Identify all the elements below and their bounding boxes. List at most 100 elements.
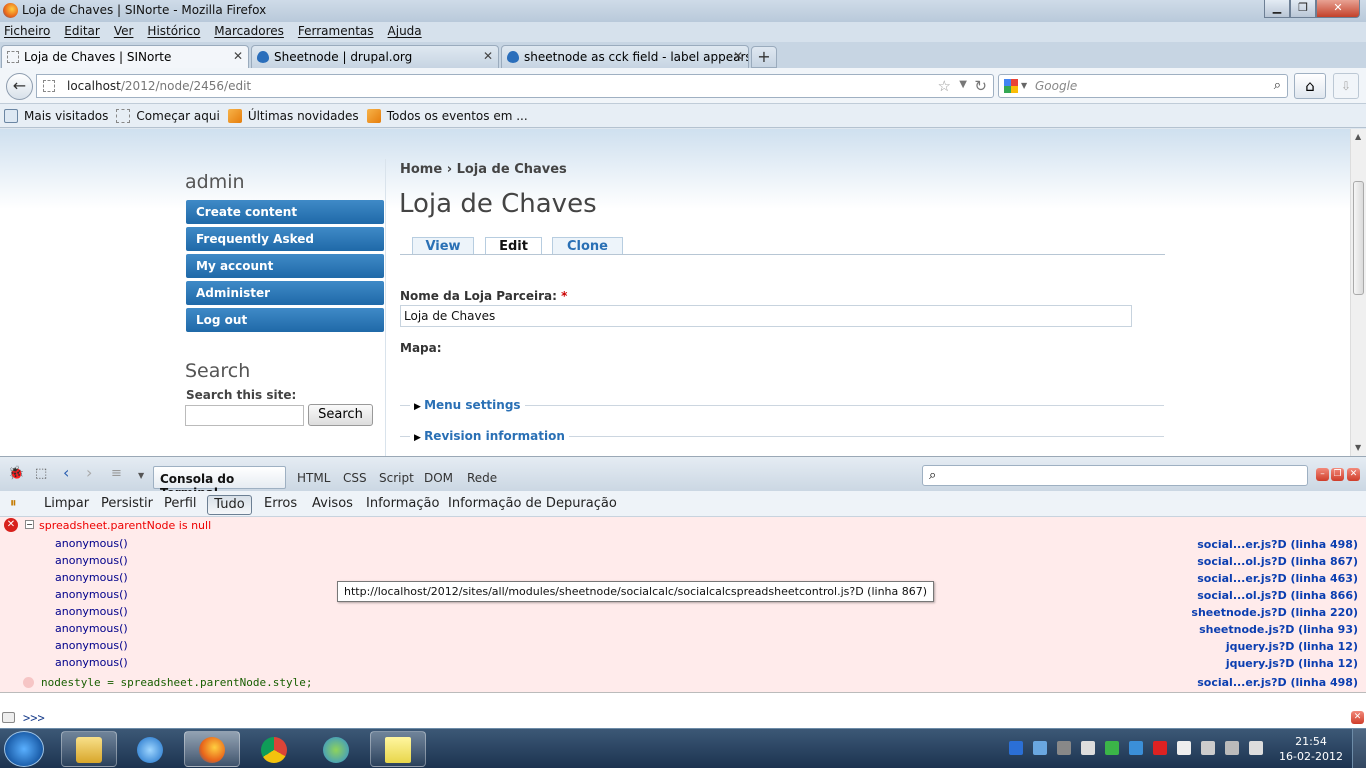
source-link[interactable]: jquery.js?D (linha 12) bbox=[1226, 657, 1358, 670]
tab-sheetnode-cck[interactable]: sheetnode as cck field - label appears..… bbox=[501, 45, 749, 68]
history-dropdown-icon[interactable]: ▼ bbox=[959, 79, 967, 90]
taskbar-chrome[interactable] bbox=[246, 731, 302, 767]
tray-help-icon[interactable] bbox=[1033, 741, 1047, 755]
firebug-search-input[interactable]: ⌕ bbox=[922, 465, 1308, 486]
site-search-button[interactable]: Search bbox=[308, 404, 373, 426]
tray-network-icon[interactable] bbox=[1057, 741, 1071, 755]
search-icon[interactable]: ⌕ bbox=[1274, 78, 1281, 93]
start-button[interactable] bbox=[4, 731, 44, 767]
downloads-icon[interactable]: ⇩ bbox=[1333, 73, 1359, 99]
close-tab-icon[interactable]: ✕ bbox=[483, 49, 493, 63]
breakpoint-icon[interactable] bbox=[23, 677, 34, 688]
back-button[interactable]: ← bbox=[6, 73, 33, 100]
source-link[interactable]: jquery.js?D (linha 12) bbox=[1226, 640, 1358, 653]
filter-all-button[interactable]: Tudo bbox=[207, 495, 252, 515]
source-link[interactable]: social...ol.js?D (linha 867) bbox=[1197, 555, 1358, 568]
engine-dropdown-icon[interactable]: ▼ bbox=[1021, 81, 1027, 90]
stack-frame[interactable]: anonymous() bbox=[55, 639, 128, 652]
stack-frame[interactable]: anonymous() bbox=[55, 605, 128, 618]
firebug-detach-icon[interactable]: ❐ bbox=[1331, 468, 1344, 481]
site-identity-icon[interactable] bbox=[43, 80, 55, 92]
panel-tab-css[interactable]: CSS bbox=[343, 471, 367, 485]
scrollbar-thumb[interactable] bbox=[1353, 181, 1364, 295]
url-text[interactable]: localhost/2012/node/2456/edit bbox=[67, 79, 251, 93]
show-desktop-button[interactable] bbox=[1352, 729, 1366, 768]
stack-frame[interactable]: anonymous() bbox=[55, 656, 128, 669]
tray-monitor-icon[interactable] bbox=[1081, 741, 1095, 755]
tray-flag-icon[interactable] bbox=[1177, 741, 1191, 755]
source-link[interactable]: social...er.js?D (linha 463) bbox=[1197, 572, 1358, 585]
site-search-input[interactable] bbox=[185, 405, 304, 426]
tab-clone[interactable]: Clone bbox=[552, 237, 623, 255]
bookmark-todos-os-eventos[interactable]: Todos os eventos em ... bbox=[366, 108, 528, 123]
tab-loja-de-chaves[interactable]: Loja de Chaves | SINorte ✕ bbox=[1, 45, 249, 69]
tray-power-icon[interactable] bbox=[1201, 741, 1215, 755]
panel-menu-icon[interactable]: ▼ bbox=[138, 471, 144, 480]
search-bar[interactable]: ▼ Google ⌕ bbox=[998, 74, 1288, 98]
inspect-icon[interactable]: ⬚ bbox=[35, 466, 47, 481]
tray-acrobat-icon[interactable] bbox=[1153, 741, 1167, 755]
filter-warnings-button[interactable]: Avisos bbox=[308, 495, 357, 515]
bookmark-mais-visitados[interactable]: Mais visitados bbox=[4, 108, 108, 123]
url-bar[interactable]: localhost/2012/node/2456/edit ☆ ▼ ↻ bbox=[36, 74, 994, 98]
bookmark-comecar-aqui[interactable]: Começar aqui bbox=[116, 108, 220, 123]
command-editor-icon[interactable] bbox=[2, 712, 15, 723]
sidebar-link-create-content[interactable]: Create content bbox=[186, 200, 384, 224]
panel-tab-script[interactable]: Script bbox=[379, 471, 414, 485]
console-command-line[interactable]: >>> ✕ bbox=[0, 692, 1366, 728]
forward-icon[interactable]: › bbox=[86, 463, 92, 482]
tray-dropbox-icon[interactable] bbox=[1129, 741, 1143, 755]
firebug-minimize-icon[interactable]: – bbox=[1316, 468, 1329, 481]
tray-volume-icon[interactable] bbox=[1249, 741, 1263, 755]
tab-sheetnode[interactable]: Sheetnode | drupal.org ✕ bbox=[251, 45, 499, 68]
command-close-icon[interactable]: ✕ bbox=[1351, 711, 1364, 724]
firebug-icon[interactable]: 🐞 bbox=[8, 466, 24, 481]
source-link[interactable]: social...er.js?D (linha 498) bbox=[1197, 676, 1358, 689]
sidebar-link-faq[interactable]: Frequently Asked Questions bbox=[186, 227, 384, 270]
persist-button[interactable]: Persistir bbox=[97, 495, 157, 515]
menu-ferramentas[interactable]: Ferramentas bbox=[298, 22, 374, 42]
tab-edit[interactable]: Edit bbox=[485, 237, 542, 255]
break-on-error-icon[interactable]: ⏸ bbox=[6, 495, 21, 515]
page-scrollbar[interactable]: ▲ ▼ bbox=[1350, 129, 1366, 456]
fieldset-menu-settings[interactable]: ▶ Menu settings bbox=[410, 398, 525, 412]
sidebar-link-log-out[interactable]: Log out bbox=[186, 308, 384, 332]
filter-errors-button[interactable]: Erros bbox=[260, 495, 301, 515]
taskbar-explorer[interactable] bbox=[61, 731, 117, 767]
tray-mail-icon[interactable] bbox=[1009, 741, 1023, 755]
sidebar-link-administer[interactable]: Administer bbox=[186, 281, 384, 305]
minimize-button[interactable]: ▁ bbox=[1264, 0, 1290, 18]
fieldset-revision-information[interactable]: ▶ Revision information bbox=[410, 429, 569, 443]
profile-button[interactable]: Perfil bbox=[160, 495, 201, 515]
menu-marcadores[interactable]: Marcadores bbox=[214, 22, 284, 42]
close-tab-icon[interactable]: ✕ bbox=[233, 49, 243, 63]
tray-app-icon[interactable] bbox=[1105, 741, 1119, 755]
bookmark-star-icon[interactable]: ☆ bbox=[938, 77, 951, 95]
stack-frame[interactable]: anonymous() bbox=[55, 588, 128, 601]
new-tab-button[interactable]: + bbox=[751, 46, 777, 68]
source-link[interactable]: sheetnode.js?D (linha 93) bbox=[1199, 623, 1358, 636]
taskbar-firefox[interactable] bbox=[184, 731, 240, 767]
filter-debug-button[interactable]: Informação de Depuração bbox=[444, 495, 621, 515]
clock[interactable]: 21:54 16-02-2012 bbox=[1279, 734, 1343, 764]
list-icon[interactable]: ≡ bbox=[111, 466, 122, 481]
collapse-toggle[interactable]: − bbox=[25, 520, 34, 529]
source-link[interactable]: social...ol.js?D (linha 866) bbox=[1197, 589, 1358, 602]
nome-da-loja-input[interactable]: Loja de Chaves bbox=[400, 305, 1132, 327]
menu-historico[interactable]: Histórico bbox=[147, 22, 200, 42]
close-window-button[interactable]: ✕ bbox=[1316, 0, 1360, 18]
stack-frame[interactable]: anonymous() bbox=[55, 571, 128, 584]
bookmark-ultimas-novidades[interactable]: Últimas novidades bbox=[227, 108, 359, 123]
close-tab-icon[interactable]: ✕ bbox=[733, 49, 743, 63]
source-link[interactable]: sheetnode.js?D (linha 220) bbox=[1191, 606, 1358, 619]
reload-icon[interactable]: ↻ bbox=[974, 77, 987, 95]
sidebar-link-my-account[interactable]: My account bbox=[186, 254, 384, 278]
tray-signal-icon[interactable] bbox=[1225, 741, 1239, 755]
panel-tab-rede[interactable]: Rede bbox=[467, 471, 497, 485]
stack-frame[interactable]: anonymous() bbox=[55, 554, 128, 567]
panel-tab-html[interactable]: HTML bbox=[297, 471, 330, 485]
clear-button[interactable]: Limpar bbox=[40, 495, 93, 515]
menu-ajuda[interactable]: Ajuda bbox=[388, 22, 422, 42]
google-icon[interactable] bbox=[1004, 79, 1018, 93]
firebug-close-icon[interactable]: ✕ bbox=[1347, 468, 1360, 481]
